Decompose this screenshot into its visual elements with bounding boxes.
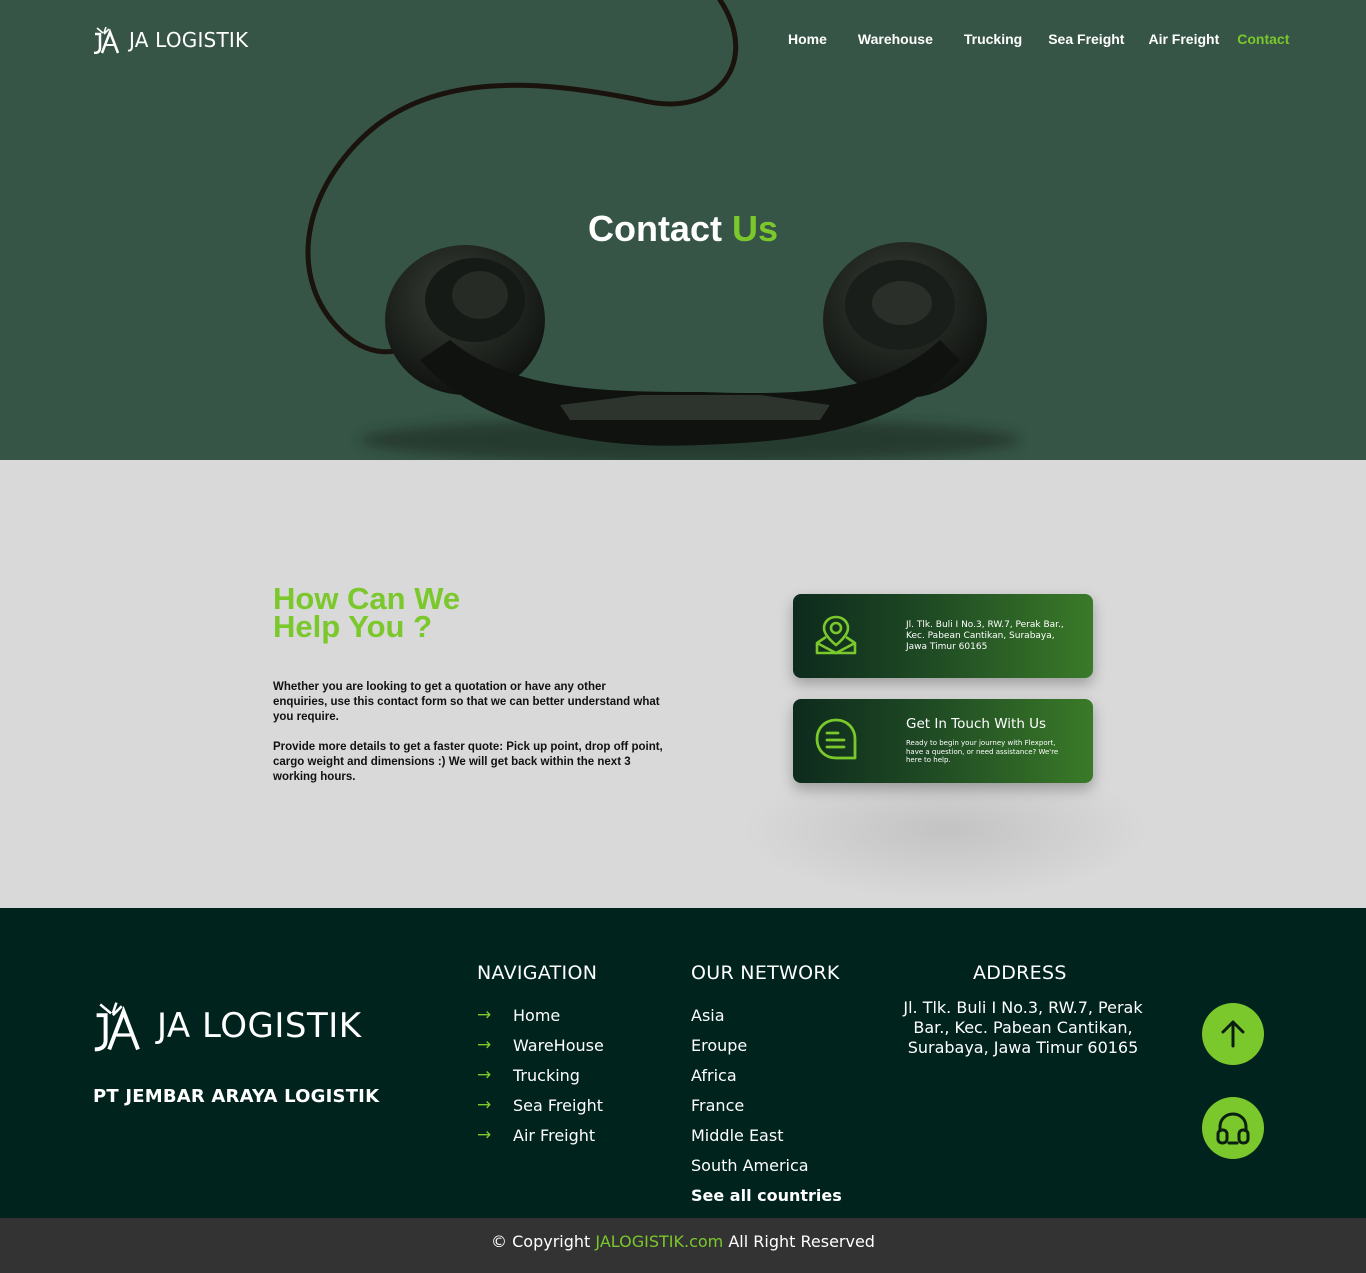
- arrow-up-icon: [1221, 1020, 1245, 1048]
- footer-nav-list: → Home → WareHouse → Trucking → Sea Freight …: [477, 1000, 604, 1150]
- brand-logo[interactable]: JA LOGISTIK: [93, 26, 248, 54]
- footer-brand-logo[interactable]: JA LOGISTIK: [93, 1000, 362, 1052]
- get-in-touch-card[interactable]: Get In Touch With Us Ready to begin your…: [793, 699, 1093, 783]
- footer-nav-home[interactable]: → Home: [477, 1000, 604, 1030]
- network-item-middle-east[interactable]: Middle East: [691, 1120, 842, 1150]
- back-to-top-button[interactable]: [1202, 1003, 1264, 1065]
- arrow-right-icon: →: [477, 1065, 492, 1085]
- top-navbar: JA LOGISTIK Home Warehouse Trucking Sea …: [0, 0, 1366, 80]
- network-item-south-america[interactable]: South America: [691, 1150, 842, 1180]
- map-pin-icon: [815, 615, 857, 655]
- address-card-text: Jl. Tlk. Buli I No.3, RW.7, Perak Bar., …: [906, 620, 1064, 652]
- arrow-right-icon: →: [477, 1125, 492, 1145]
- nav-warehouse-link[interactable]: Warehouse: [858, 31, 933, 47]
- footer-nav-warehouse[interactable]: → WareHouse: [477, 1030, 604, 1060]
- footer-brand-name: JA LOGISTIK: [157, 1006, 362, 1046]
- copyright-suffix: All Right Reserved: [728, 1232, 875, 1251]
- page-title-accent: Us: [731, 208, 779, 249]
- footer-nav-label: Trucking: [513, 1065, 580, 1085]
- help-paragraph-2: Provide more details to get a faster quo…: [273, 741, 663, 783]
- ja-logo-icon: [93, 26, 120, 54]
- help-description: Whether you are looking to get a quotati…: [273, 680, 663, 785]
- main-nav: Home Warehouse Trucking Sea Freight Air …: [788, 31, 1289, 47]
- footer-network-list: Asia Eroupe Africa France Middle East So…: [691, 1000, 842, 1210]
- nav-home-link[interactable]: Home: [788, 31, 827, 47]
- nav-air-freight-link[interactable]: Air Freight: [1148, 31, 1219, 47]
- copyright-bar: © Copyright JALOGISTIK.com All Right Res…: [0, 1218, 1366, 1273]
- see-all-countries-link[interactable]: See all countries: [691, 1180, 842, 1210]
- footer-nav-sea-freight[interactable]: → Sea Freight: [477, 1090, 604, 1120]
- footer-address: Jl. Tlk. Buli I No.3, RW.7, Perak Bar., …: [903, 998, 1143, 1057]
- network-item-africa[interactable]: Africa: [691, 1060, 842, 1090]
- support-button[interactable]: [1202, 1097, 1264, 1159]
- get-in-touch-title: Get In Touch With Us: [906, 716, 1047, 732]
- footer-nav-air-freight[interactable]: → Air Freight: [477, 1120, 604, 1150]
- copyright-prefix: © Copyright: [491, 1232, 591, 1251]
- help-heading: How Can We Help You ?: [273, 581, 461, 644]
- headset-icon: [1216, 1112, 1250, 1145]
- footer-nav-label: WareHouse: [513, 1035, 604, 1055]
- nav-contact-link[interactable]: Contact: [1237, 31, 1289, 47]
- arrow-right-icon: →: [477, 1005, 492, 1025]
- address-card[interactable]: Jl. Tlk. Buli I No.3, RW.7, Perak Bar., …: [793, 594, 1093, 678]
- arrow-right-icon: →: [477, 1095, 492, 1115]
- contact-section: How Can We Help You ? Whether you are lo…: [0, 460, 1366, 908]
- footer-nav-label: Sea Freight: [513, 1095, 604, 1115]
- hero-section: JA LOGISTIK Home Warehouse Trucking Sea …: [0, 0, 1366, 460]
- site-footer: JA LOGISTIK PT JEMBAR ARAYA LOGISTIK NAV…: [0, 908, 1366, 1218]
- footer-nav-label: Air Freight: [513, 1125, 596, 1145]
- brand-name: JA LOGISTIK: [129, 28, 249, 52]
- network-item-asia[interactable]: Asia: [691, 1000, 842, 1030]
- nav-sea-freight-link[interactable]: Sea Freight: [1048, 31, 1124, 47]
- nav-trucking-link[interactable]: Trucking: [964, 31, 1022, 47]
- chat-bubble-icon: [815, 718, 857, 760]
- help-paragraph-1: Whether you are looking to get a quotati…: [273, 681, 660, 723]
- footer-nav-label: Home: [513, 1005, 561, 1025]
- address-heading: ADDRESS: [973, 962, 1067, 984]
- footer-nav-trucking[interactable]: → Trucking: [477, 1060, 604, 1090]
- network-item-europe[interactable]: Eroupe: [691, 1030, 842, 1060]
- ja-logo-icon: [94, 1002, 140, 1052]
- get-in-touch-text: Ready to begin your journey with Flexpor…: [906, 739, 1059, 764]
- arrow-right-icon: →: [477, 1035, 492, 1055]
- page-title: Contact Us: [0, 208, 1366, 250]
- site-link[interactable]: JALOGISTIK.com: [595, 1232, 723, 1251]
- navigation-heading: NAVIGATION: [477, 962, 598, 984]
- page-title-main: Contact: [587, 208, 722, 249]
- company-name: PT JEMBAR ARAYA LOGISTIK: [93, 1086, 380, 1107]
- network-item-france[interactable]: France: [691, 1090, 842, 1120]
- network-heading: OUR NETWORK: [691, 962, 840, 984]
